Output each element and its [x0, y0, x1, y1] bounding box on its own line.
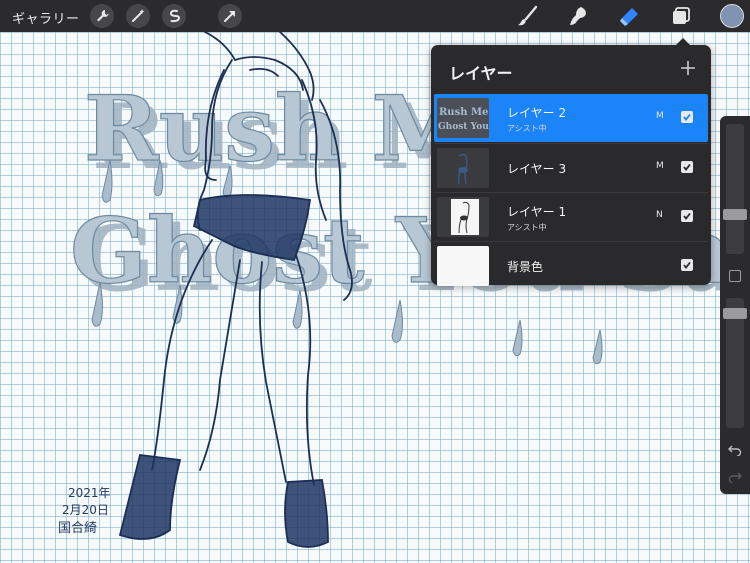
visibility-checkbox[interactable] [681, 161, 693, 173]
layer-row[interactable]: 背景色 [434, 241, 708, 289]
signature-line-1: 2021年 [68, 486, 111, 500]
gallery-button[interactable]: ギャラリー [12, 8, 80, 27]
transform-arrow-icon[interactable] [218, 4, 242, 28]
blend-mode-button[interactable]: M [656, 111, 664, 121]
brush-icon[interactable] [517, 5, 539, 27]
magic-wand-icon[interactable] [126, 4, 150, 28]
layers-panel-title: レイヤー [449, 64, 513, 83]
visibility-checkbox[interactable] [681, 210, 693, 222]
blend-mode-button[interactable]: N [656, 210, 663, 220]
visibility-checkbox[interactable] [681, 259, 693, 271]
brush-size-slider[interactable] [726, 124, 744, 254]
top-toolbar: ギャラリー [0, 0, 750, 32]
opacity-handle[interactable] [723, 308, 747, 319]
eraser-icon[interactable] [618, 5, 640, 27]
brush-size-handle[interactable] [723, 209, 747, 220]
layer-status: アシスト中 [507, 124, 547, 133]
signature-line-3: 国合綺 [58, 520, 97, 536]
wrench-icon[interactable] [90, 4, 114, 28]
right-sidebar [720, 116, 750, 494]
visibility-checkbox[interactable] [681, 111, 693, 123]
layer-name: 背景色 [507, 260, 544, 274]
layer-row[interactable]: レイヤー 3 M [434, 143, 708, 191]
blend-mode-button[interactable]: M [656, 161, 664, 171]
layer-thumbnail [437, 246, 489, 286]
layer-name: レイヤー 3 [507, 162, 567, 176]
svg-text:Ghost You Sa: Ghost You Sa [438, 122, 489, 132]
signature: 2021年 2月20日 国合綺 [58, 486, 111, 536]
smudge-icon[interactable] [567, 5, 589, 27]
color-swatch[interactable] [720, 4, 744, 28]
plus-icon[interactable] [679, 59, 697, 77]
signature-line-2: 2月20日 [62, 503, 109, 517]
modify-square-icon[interactable] [729, 270, 741, 282]
redo-icon[interactable] [728, 471, 742, 483]
undo-icon[interactable] [728, 444, 742, 456]
layer-row[interactable]: Rush Me Ghost You Sa レイヤー 2 アシスト中 M [434, 94, 708, 142]
selection-icon[interactable] [162, 4, 186, 28]
layers-icon[interactable] [670, 5, 692, 27]
layer-row[interactable]: レイヤー 1 アシスト中 N [434, 192, 708, 240]
svg-text:Rush Me: Rush Me [439, 107, 488, 118]
layer-status: アシスト中 [507, 223, 547, 232]
layer-thumbnail [437, 197, 489, 237]
layer-thumbnail: Rush Me Ghost You Sa [437, 98, 489, 138]
layers-panel: レイヤー Rush Me Ghost You Sa レイヤー 2 アシスト中 M… [431, 45, 711, 286]
layer-name: レイヤー 1 [507, 205, 567, 219]
layer-thumbnail [437, 148, 489, 188]
layer-name: レイヤー 2 [507, 106, 567, 120]
